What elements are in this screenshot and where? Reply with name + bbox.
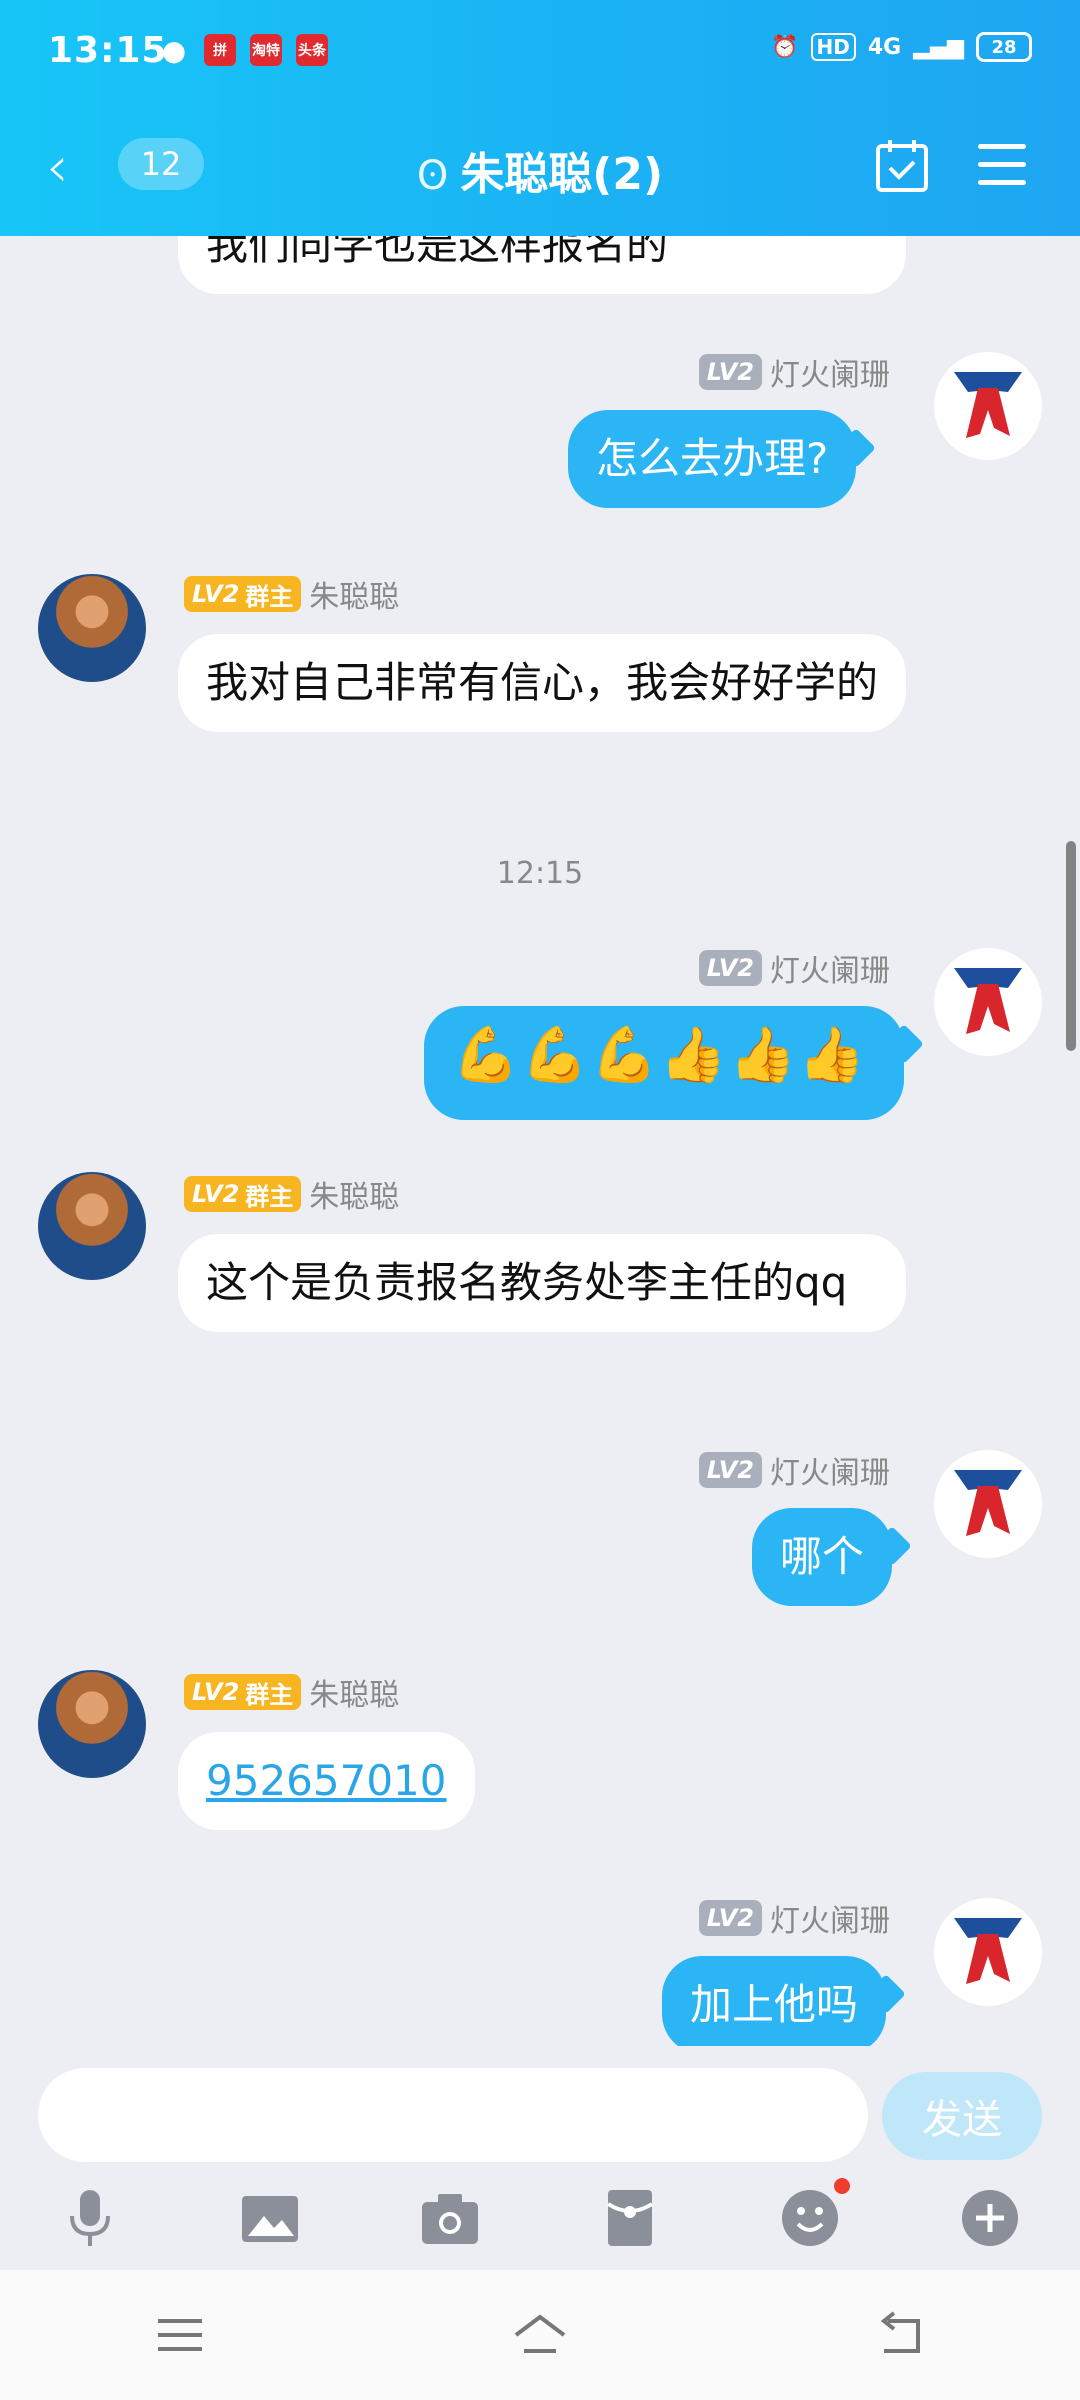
message-text: 我们同学也是这样报名的	[206, 236, 669, 269]
scrollbar[interactable]	[1066, 841, 1076, 1051]
avatar[interactable]	[934, 352, 1042, 460]
message-bubble[interactable]: 我对自己非常有信心，我会好好学的	[178, 634, 906, 732]
level-badge: LV2	[698, 1452, 762, 1488]
ear-icon: ʘ	[416, 153, 449, 199]
signal-icon: ▂▄▆	[913, 34, 964, 60]
message-text: 怎么去办理?	[596, 434, 829, 483]
pinduoduo-icon: 拼	[204, 34, 236, 66]
message-bubble[interactable]: 这个是负责报名教务处李主任的qq	[178, 1234, 906, 1332]
emoji-icon	[782, 2190, 838, 2246]
send-button[interactable]: 发送	[882, 2072, 1042, 2160]
avatar[interactable]	[38, 1172, 146, 1280]
message-bubble[interactable]: 怎么去办理?	[568, 410, 857, 508]
sender-name: 灯火阑珊	[770, 1456, 890, 1491]
sender-name: 灯火阑珊	[770, 1904, 890, 1939]
chat-header: ‹ 12 ʘ 朱聪聪(2)	[0, 100, 1080, 236]
toutiao-icon: 头条	[296, 34, 328, 66]
message-text: 加上他吗	[690, 1980, 859, 2029]
chat-title-text: 朱聪聪(2)	[460, 149, 664, 200]
menu-icon[interactable]	[978, 144, 1026, 186]
camera-icon[interactable]	[416, 2184, 484, 2252]
message-bubble[interactable]: 加上他吗	[662, 1956, 887, 2046]
sender-row: LV2 灯火阑珊	[698, 1896, 890, 1940]
message-bubble[interactable]: 我们同学也是这样报名的	[178, 236, 906, 294]
sender-name: 朱聪聪	[309, 1678, 400, 1713]
level-badge: LV2	[698, 950, 762, 986]
sender-row: LV2 灯火阑珊	[698, 1448, 890, 1492]
status-time: 13:15	[48, 30, 168, 71]
message-text: 我对自己非常有信心，我会好好学的	[206, 658, 879, 707]
message-bubble[interactable]: 952657010	[178, 1732, 475, 1830]
message-bubble[interactable]: 💪💪💪👍👍👍	[424, 1006, 904, 1120]
status-app-icons: ● 拼 淘特 头条	[158, 33, 328, 67]
avatar[interactable]	[38, 1670, 146, 1778]
system-nav-bar	[0, 2270, 1080, 2400]
hd-badge: HD	[810, 33, 856, 61]
notification-dot	[834, 2178, 850, 2194]
sender-name: 朱聪聪	[309, 580, 400, 615]
qq-number-link[interactable]: 952657010	[206, 1756, 447, 1805]
avatar[interactable]	[38, 574, 146, 682]
home-icon[interactable]	[510, 2307, 570, 2363]
recent-apps-icon[interactable]	[150, 2307, 210, 2363]
input-bar: 发送	[0, 2046, 1080, 2266]
level-badge: LV2 群主	[184, 576, 302, 612]
mic-icon[interactable]	[56, 2184, 124, 2252]
level-badge: LV2	[698, 354, 762, 390]
avatar[interactable]	[934, 1450, 1042, 1558]
battery-icon: 28	[976, 32, 1032, 62]
alarm-icon: ⏰	[771, 34, 799, 60]
level-badge: LV2 群主	[184, 1176, 302, 1212]
message-text: 这个是负责报名教务处李主任的qq	[206, 1258, 848, 1307]
emoji-button[interactable]	[776, 2178, 850, 2252]
sender-name: 朱聪聪	[309, 1180, 400, 1215]
calendar-check-icon[interactable]	[874, 138, 930, 194]
top-bar: 13:15 ● 拼 淘特 头条 ⏰ HD 4G ▂▄▆ 28 ‹ 12 ʘ 朱聪聪…	[0, 0, 1080, 236]
network-label: 4G	[867, 34, 902, 60]
status-right: ⏰ HD 4G ▂▄▆ 28	[771, 32, 1032, 62]
message-bubble[interactable]: 哪个	[752, 1508, 893, 1606]
back-nav-icon[interactable]	[870, 2307, 930, 2363]
image-icon[interactable]	[236, 2184, 304, 2252]
status-bar: 13:15 ● 拼 淘特 头条 ⏰ HD 4G ▂▄▆ 28	[0, 0, 1080, 100]
sender-row: LV2 灯火阑珊	[698, 350, 890, 394]
red-packet-icon[interactable]	[596, 2184, 664, 2252]
sender-name: 灯火阑珊	[770, 954, 890, 989]
avatar[interactable]	[934, 948, 1042, 1056]
avatar[interactable]	[934, 1898, 1042, 2006]
taobao-icon: 淘特	[250, 34, 282, 66]
sender-row: LV2 灯火阑珊	[698, 946, 890, 990]
message-text: 💪💪💪👍👍👍	[452, 1023, 868, 1086]
message-text: 哪个	[780, 1532, 865, 1581]
sender-row: LV2 群主 朱聪聪	[184, 572, 399, 616]
plus-icon[interactable]	[956, 2184, 1024, 2252]
message-list[interactable]: 我们同学也是这样报名的 LV2 灯火阑珊 怎么去办理? LV2 群主 朱聪聪 我对…	[0, 236, 1080, 2046]
message-input[interactable]	[38, 2068, 868, 2162]
wechat-icon: ●	[161, 33, 187, 67]
sender-row: LV2 群主 朱聪聪	[184, 1172, 399, 1216]
sender-row: LV2 群主 朱聪聪	[184, 1670, 399, 1714]
level-badge: LV2 群主	[184, 1674, 302, 1710]
timestamp: 12:15	[496, 856, 584, 891]
input-toolbar	[0, 2178, 1080, 2258]
sender-name: 灯火阑珊	[770, 358, 890, 393]
level-badge: LV2	[698, 1900, 762, 1936]
